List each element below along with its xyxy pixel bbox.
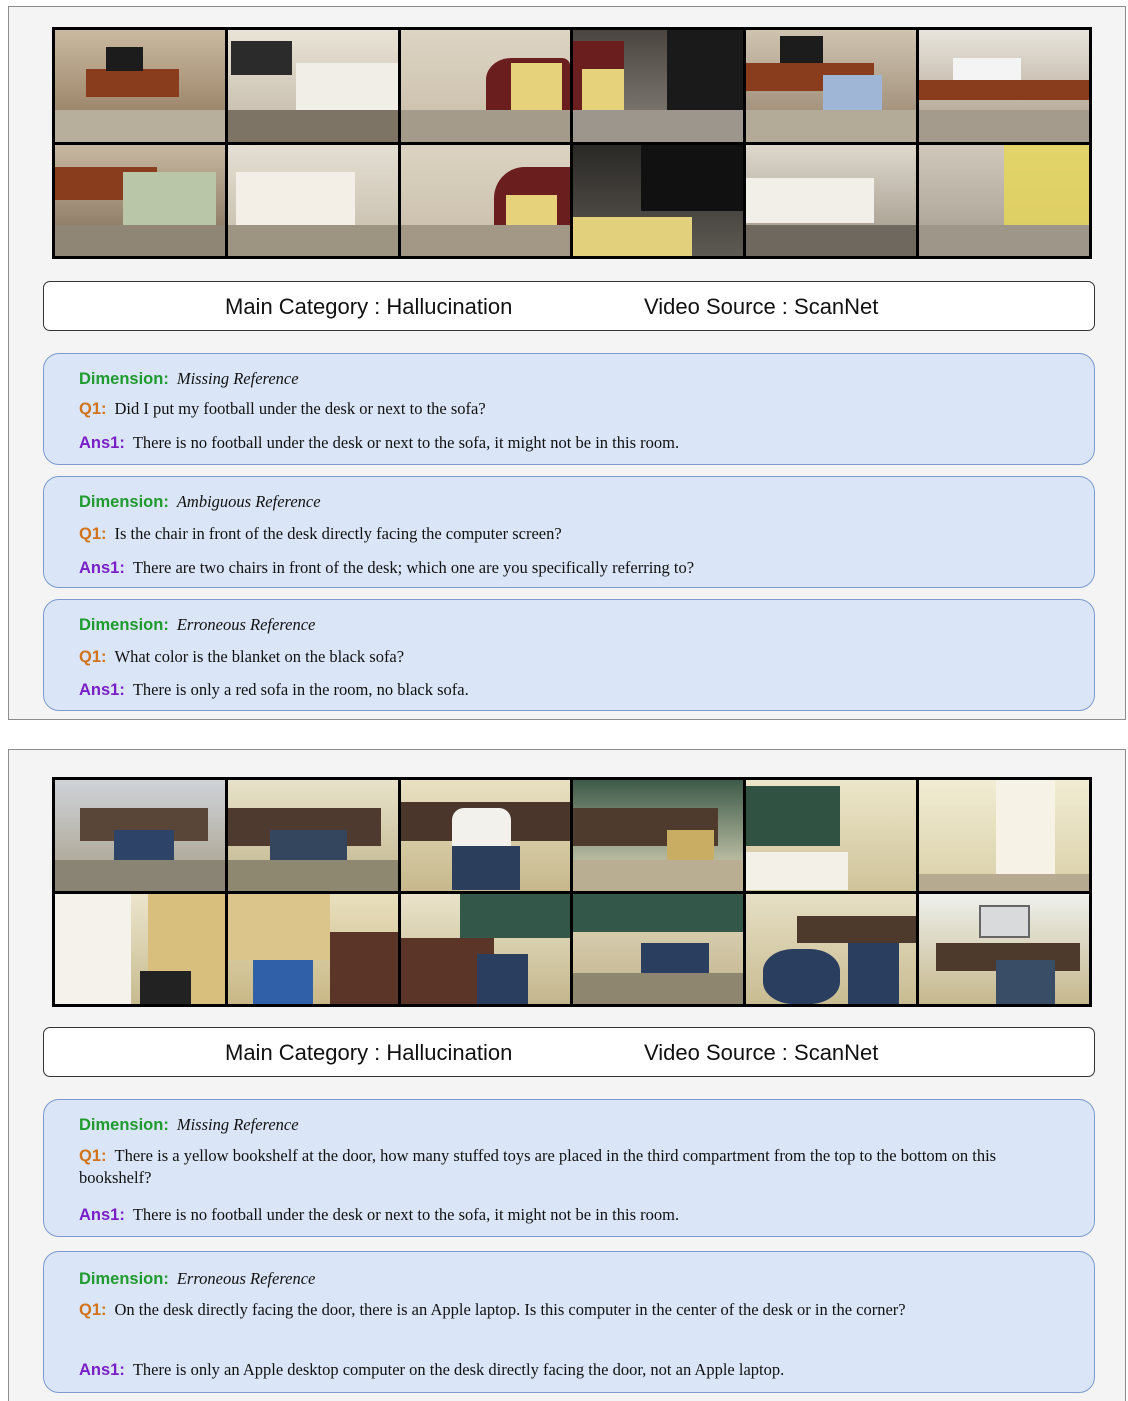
- video-frame: [400, 780, 571, 891]
- video-frame: [400, 893, 571, 1004]
- video-frame: [919, 144, 1089, 256]
- qa-card: Dimension: Ambiguous Reference Q1: Is the …: [43, 476, 1095, 588]
- answer-text: There is no football under the desk or n…: [132, 1205, 680, 1224]
- answer-label: Ans1:: [79, 1206, 125, 1224]
- video-frame: [746, 893, 917, 1004]
- answer-text: There are two chairs in front of the des…: [132, 558, 695, 577]
- video-frame: [746, 780, 917, 891]
- main-category: Main Category : Hallucination: [225, 1040, 513, 1065]
- video-frame: [400, 30, 571, 142]
- dimension-label: Dimension:: [79, 1270, 169, 1288]
- main-category: Main Category : Hallucination: [225, 294, 513, 319]
- video-source: Video Source : ScanNet: [644, 294, 879, 319]
- question-text: Did I put my football under the desk or …: [114, 399, 486, 418]
- dimension-value: Ambiguous Reference: [176, 492, 321, 511]
- video-source: Video Source : ScanNet: [644, 1040, 879, 1065]
- dimension-value: Missing Reference: [176, 1115, 299, 1134]
- video-frame: [227, 893, 398, 1004]
- qa-card: Dimension: Missing Reference Q1: Did I put…: [43, 353, 1095, 465]
- qa-card: Dimension: Erroneous Reference Q1: On the …: [43, 1251, 1095, 1393]
- category-header: Main Category : Hallucination Video Sour…: [43, 281, 1095, 331]
- video-frame: [55, 30, 225, 142]
- dimension-label: Dimension:: [79, 1116, 169, 1134]
- video-frame: [746, 30, 917, 142]
- video-frame: [573, 780, 744, 891]
- video-frame: [919, 30, 1089, 142]
- question-label: Q1:: [79, 648, 107, 666]
- video-frame: [227, 144, 398, 256]
- dimension-label: Dimension:: [79, 493, 169, 511]
- qa-card: Dimension: Erroneous Reference Q1: What co…: [43, 599, 1095, 711]
- video-frame: [227, 780, 398, 891]
- question-text: Is the chair in front of the desk direct…: [114, 524, 562, 543]
- dimension-label: Dimension:: [79, 616, 169, 634]
- frame-grid: [52, 777, 1092, 1007]
- dimension-value: Erroneous Reference: [176, 1269, 316, 1288]
- answer-label: Ans1:: [79, 681, 125, 699]
- answer-label: Ans1:: [79, 1361, 125, 1379]
- category-header: Main Category : Hallucination Video Sour…: [43, 1027, 1095, 1077]
- video-frame: [55, 893, 225, 1004]
- question-label: Q1:: [79, 400, 107, 418]
- video-frame: [573, 893, 744, 1004]
- answer-text: There is only a red sofa in the room, no…: [132, 680, 469, 699]
- video-frame: [919, 780, 1089, 891]
- answer-text: There is only an Apple desktop computer …: [132, 1360, 785, 1379]
- video-frame: [573, 30, 744, 142]
- question-text: On the desk directly facing the door, th…: [114, 1300, 906, 1319]
- question-label: Q1:: [79, 525, 107, 543]
- answer-label: Ans1:: [79, 434, 125, 452]
- answer-label: Ans1:: [79, 559, 125, 577]
- example-panel-1: Main Category : Hallucination Video Sour…: [8, 6, 1126, 720]
- qa-card: Dimension: Missing Reference Q1: There is …: [43, 1099, 1095, 1237]
- question-label: Q1:: [79, 1147, 107, 1165]
- frame-grid: [52, 27, 1092, 259]
- question-text: What color is the blanket on the black s…: [114, 647, 405, 666]
- video-frame: [55, 144, 225, 256]
- video-frame: [400, 144, 571, 256]
- video-frame: [746, 144, 917, 256]
- answer-text: There is no football under the desk or n…: [132, 433, 680, 452]
- video-frame: [573, 144, 744, 256]
- video-frame: [227, 30, 398, 142]
- video-frame: [55, 780, 225, 891]
- dimension-label: Dimension:: [79, 370, 169, 388]
- video-frame: [919, 893, 1089, 1004]
- example-panel-2: Main Category : Hallucination Video Sour…: [8, 749, 1126, 1401]
- dimension-value: Erroneous Reference: [176, 615, 316, 634]
- question-text: There is a yellow bookshelf at the door,…: [79, 1146, 997, 1187]
- question-label: Q1:: [79, 1301, 107, 1319]
- dimension-value: Missing Reference: [176, 369, 299, 388]
